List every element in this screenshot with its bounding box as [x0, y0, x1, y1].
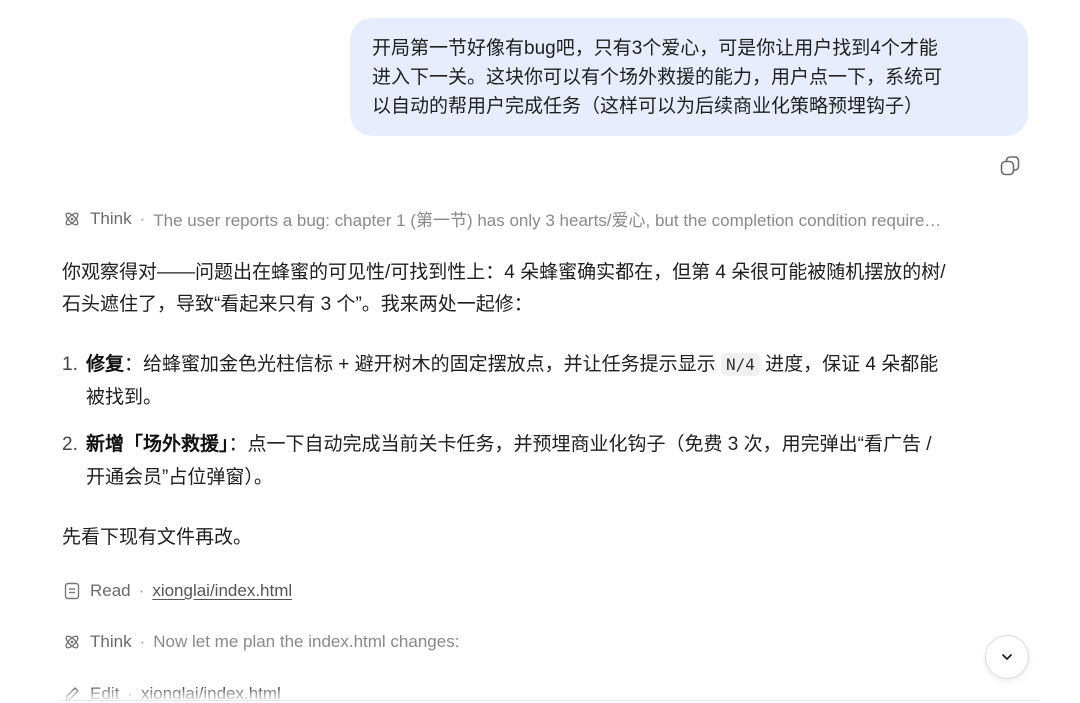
- copy-button[interactable]: [998, 154, 1022, 178]
- brain-icon: [62, 632, 82, 652]
- inline-code: N/4: [720, 353, 760, 376]
- chevron-down-icon: [1002, 654, 1012, 660]
- composer-divider: [60, 700, 1040, 701]
- think-summary: The user reports a bug: chapter 1 (第一节) …: [153, 211, 942, 230]
- scroll-to-bottom-button[interactable]: [985, 635, 1029, 679]
- user-message-line: 以自动的帮用户完成任务（这样可以为后续商业化策略预埋钩子）: [372, 96, 924, 117]
- user-message-bubble: 开局第一节好像有bug吧，只有3个爱心，可是你让用户找到4个才能 进入下一关。这…: [350, 18, 1028, 136]
- list-item-text: 开通会员”占位弹窗）。: [86, 467, 273, 488]
- file-link[interactable]: xionglai/index.html: [152, 581, 292, 601]
- list-item-text: ：给蜂蜜加金色光柱信标 + 避开树木的固定摆放点，并让任务提示显示: [124, 354, 721, 375]
- separator: ·: [139, 208, 146, 228]
- response-outro: 先看下现有文件再改。: [62, 527, 253, 548]
- list-item-title: 新增「场外救援」: [86, 434, 229, 455]
- list-item: 1. 修复：给蜂蜜加金色光柱信标 + 避开树木的固定摆放点，并让任务提示显示 N…: [62, 348, 1027, 414]
- list-item-title: 修复: [86, 354, 125, 375]
- brain-icon: [62, 209, 82, 229]
- response-list: 1. 修复：给蜂蜜加金色光柱信标 + 避开树木的固定摆放点，并让任务提示显示 N…: [62, 348, 1027, 508]
- response-line: 你观察得对——问题出在蜂蜜的可见性/可找到性上：4 朵蜂蜜确实都在，但第 4 朵…: [62, 262, 946, 283]
- response-line: 石头遮住了，导致“看起来只有 3 个”。我来两处一起修：: [62, 294, 533, 315]
- user-message-line: 开局第一节好像有bug吧，只有3个爱心，可是你让用户找到4个才能: [372, 38, 938, 59]
- list-item-text: 进度，保证 4 朵都能: [759, 354, 939, 375]
- bottom-fade: [0, 690, 1080, 703]
- list-item-text: 被找到。: [86, 387, 163, 408]
- list-number: 1.: [62, 354, 78, 375]
- step-label: Think: [90, 208, 132, 228]
- list-item: 2. 新增「场外救援」：点一下自动完成当前关卡任务，并预埋商业化钩子（免费 3 …: [62, 428, 1027, 494]
- list-item-text: ：点一下自动完成当前关卡任务，并预埋商业化钩子（免费 3 次，用完弹出“看广告 …: [228, 434, 932, 455]
- user-message-line: 进入下一关。这块你可以有个场外救援的能力，用户点一下，系统可: [372, 67, 943, 88]
- separator: ·: [139, 632, 146, 651]
- think-summary: Now let me plan the index.html changes:: [153, 632, 460, 651]
- separator: ·: [138, 581, 145, 600]
- step-label: Read: [90, 581, 131, 600]
- chat-page: 开局第一节好像有bug吧，只有3个爱心，可是你让用户找到4个才能 进入下一关。这…: [0, 0, 1080, 703]
- step-label: Think: [90, 632, 132, 651]
- think-step[interactable]: Think · Now let me plan the index.html c…: [62, 632, 459, 652]
- response-intro: 你观察得对——问题出在蜂蜜的可见性/可找到性上：4 朵蜂蜜确实都在，但第 4 朵…: [62, 257, 1027, 321]
- read-step[interactable]: Read · xionglai/index.html: [62, 581, 292, 601]
- think-step[interactable]: Think · The user reports a bug: chapter …: [62, 206, 941, 231]
- list-number: 2.: [62, 434, 78, 455]
- copy-icon: [1000, 156, 1020, 176]
- document-icon: [62, 581, 82, 601]
